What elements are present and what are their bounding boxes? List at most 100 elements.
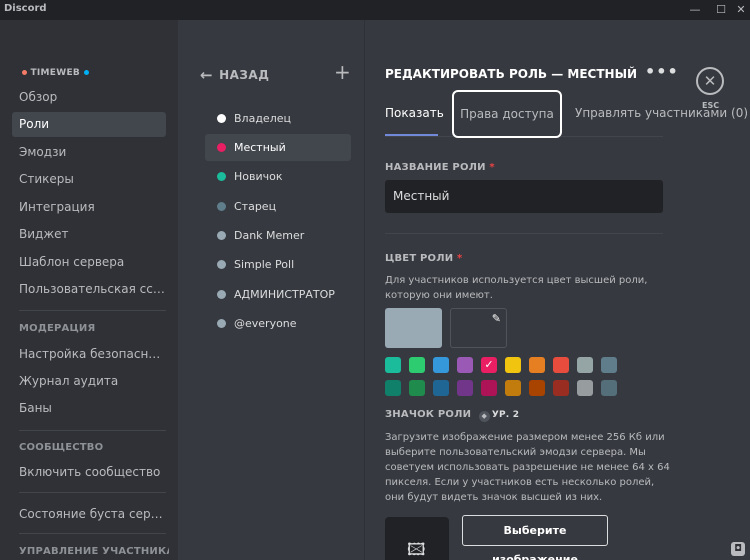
sidebar-item-safety-setup[interactable]: Настройка безопасности	[12, 342, 166, 367]
app-title: Discord	[4, 3, 47, 14]
default-color-swatch[interactable]	[385, 308, 442, 348]
role-icon-label: ЗНАЧОК РОЛИ ◆ УР. 2	[385, 409, 520, 422]
color-swatch[interactable]	[529, 380, 545, 396]
role-name-label: НАЗВАНИЕ РОЛИ *	[385, 162, 495, 173]
role-color-dot	[217, 202, 226, 211]
color-swatch[interactable]	[601, 380, 617, 396]
section-divider	[385, 233, 663, 234]
role-item-elder[interactable]: Старец	[205, 193, 351, 220]
color-swatch[interactable]	[385, 357, 401, 373]
close-settings-button[interactable]: ✕	[696, 67, 724, 95]
role-color-label: ЦВЕТ РОЛИ *	[385, 253, 463, 264]
role-name: Simple Poll	[234, 258, 295, 271]
boost-gem-icon: ◆	[478, 411, 490, 422]
role-color-dot	[217, 319, 226, 328]
back-label: НАЗАД	[219, 68, 270, 82]
arrow-left-icon: ←	[200, 66, 214, 84]
sidebar-item-stickers[interactable]: Стикеры	[12, 167, 166, 192]
sidebar-item-integrations[interactable]: Интеграция	[12, 195, 166, 220]
color-swatch[interactable]	[433, 380, 449, 396]
members-management-header: УПРАВЛЕНИЕ УЧАСТНИКАМИ	[19, 546, 169, 557]
corner-app-icon: ◘	[731, 542, 745, 556]
role-icon-upload[interactable]: 🖾	[385, 517, 449, 560]
community-header: СООБЩЕСТВО	[19, 442, 104, 453]
role-name: Местный	[234, 141, 286, 154]
role-item-everyone[interactable]: @everyone	[205, 310, 351, 337]
choose-image-button[interactable]: Выберите изображение	[462, 515, 608, 560]
role-item-local[interactable]: Местный	[205, 134, 351, 161]
server-name-header: TIMEWEB	[22, 68, 89, 78]
role-name-input[interactable]: Местный	[385, 180, 663, 213]
role-item-admin[interactable]: АДМИНИСТРАТОР	[205, 281, 351, 308]
close-icon: ✕	[703, 72, 717, 90]
close-window-button[interactable]: ✕	[732, 1, 750, 19]
color-swatch[interactable]	[433, 357, 449, 373]
role-item-dank-memer[interactable]: Dank Memer	[205, 222, 351, 249]
sidebar-item-overview[interactable]: Обзор	[12, 85, 166, 110]
color-swatch[interactable]	[553, 357, 569, 373]
more-options-icon[interactable]: •••	[645, 62, 679, 81]
back-button[interactable]: ← НАЗАД	[200, 66, 269, 84]
sidebar-item-boost-status[interactable]: Состояние буста сервера	[12, 502, 166, 527]
sidebar-item-widget[interactable]: Виджет	[12, 222, 166, 247]
moderation-header: МОДЕРАЦИЯ	[19, 323, 96, 334]
color-swatch[interactable]	[457, 380, 473, 396]
sidebar-item-bans[interactable]: Баны	[12, 396, 166, 421]
active-tab-indicator	[385, 134, 438, 136]
role-name: Старец	[234, 200, 277, 213]
role-color-dot	[217, 143, 226, 152]
eyedropper-icon: ✎	[491, 312, 501, 325]
role-name: АДМИНИСТРАТОР	[234, 288, 335, 301]
sidebar-divider	[19, 492, 166, 493]
color-swatch[interactable]: ✓	[481, 357, 497, 373]
color-swatch[interactable]	[553, 380, 569, 396]
role-editor-panel: РЕДАКТИРОВАТЬ РОЛЬ — МЕСТНЫЙ ••• ✕ ESC П…	[365, 20, 750, 560]
settings-sidebar: TIMEWEB Обзор Роли Эмодзи Стикеры Интегр…	[0, 20, 178, 560]
color-swatch[interactable]	[577, 357, 593, 373]
sidebar-divider	[19, 310, 166, 311]
color-swatch[interactable]	[505, 357, 521, 373]
sidebar-item-vanity-url[interactable]: Пользовательская ссылка-приглашение	[12, 277, 166, 302]
role-color-dot	[217, 114, 226, 123]
color-swatch[interactable]	[601, 357, 617, 373]
editor-title: РЕДАКТИРОВАТЬ РОЛЬ — МЕСТНЫЙ	[385, 67, 638, 81]
role-name: @everyone	[234, 317, 297, 330]
add-role-icon[interactable]: +	[334, 60, 351, 84]
sidebar-divider	[19, 533, 166, 534]
server-dot-right	[83, 70, 89, 75]
sidebar-item-server-template[interactable]: Шаблон сервера	[12, 250, 166, 275]
add-image-icon: 🖾	[407, 540, 426, 560]
role-icon-description: Загрузите изображение размером менее 256…	[385, 432, 670, 503]
color-swatch[interactable]	[505, 380, 521, 396]
color-swatch[interactable]	[385, 380, 401, 396]
role-color-dot	[217, 172, 226, 181]
color-swatch[interactable]	[457, 357, 473, 373]
role-color-dot	[217, 290, 226, 299]
maximize-button[interactable]: ☐	[712, 1, 730, 19]
server-name: TIMEWEB	[30, 68, 81, 78]
sidebar-item-roles[interactable]: Роли	[12, 112, 166, 137]
tab-permissions[interactable]: Права доступа	[452, 90, 562, 138]
role-color-dot	[217, 260, 226, 269]
sidebar-item-audit-log[interactable]: Журнал аудита	[12, 369, 166, 394]
role-item-simple-poll[interactable]: Simple Poll	[205, 251, 351, 278]
sidebar-divider	[19, 430, 166, 431]
sidebar-item-enable-community[interactable]: Включить сообщество	[12, 460, 166, 485]
color-swatch[interactable]	[529, 357, 545, 373]
sidebar-item-emoji[interactable]: Эмодзи	[12, 140, 166, 165]
role-name: Новичок	[234, 170, 283, 183]
minimize-button[interactable]: —	[686, 1, 704, 19]
custom-color-picker[interactable]: ✎	[450, 308, 507, 348]
color-swatch[interactable]	[409, 380, 425, 396]
role-name: Dank Memer	[234, 229, 305, 242]
role-name: Владелец	[234, 112, 291, 125]
color-swatch[interactable]	[577, 380, 593, 396]
role-item-newbie[interactable]: Новичок	[205, 163, 351, 190]
level-badge: ◆ УР. 2	[478, 410, 519, 422]
role-item-owner[interactable]: Владелец	[205, 105, 351, 132]
tab-manage-members[interactable]: Управлять участниками (0)	[575, 106, 748, 120]
tab-display[interactable]: Показать	[385, 106, 444, 120]
tab-permissions-label: Права доступа	[460, 107, 554, 121]
color-swatch[interactable]	[481, 380, 497, 396]
color-swatch[interactable]	[409, 357, 425, 373]
